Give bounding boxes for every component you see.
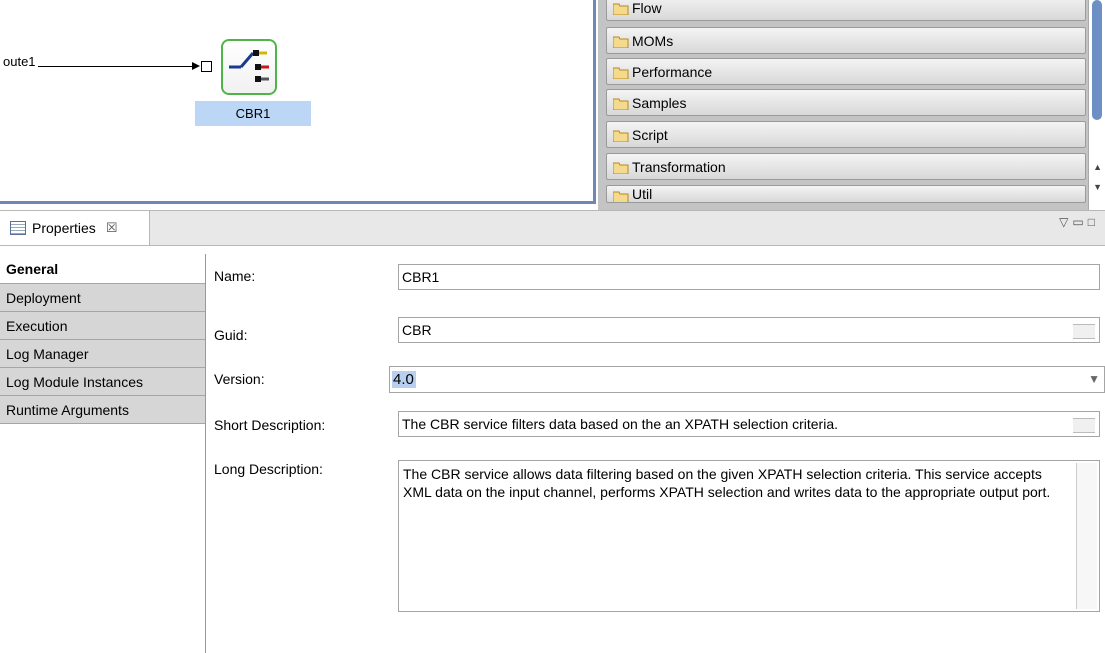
chevron-down-icon[interactable]: ▼ [1088, 367, 1100, 392]
folder-icon [612, 66, 629, 79]
guid-value: CBR [402, 322, 432, 338]
version-select[interactable]: 4.0 ▼ [389, 366, 1105, 393]
cbr-node-label[interactable]: CBR1 [195, 101, 311, 126]
palette-item-samples[interactable]: Samples [606, 89, 1086, 116]
route-connector-line[interactable] [38, 66, 194, 67]
long-description-scrollbar[interactable] [1076, 463, 1097, 609]
route-editor-canvas[interactable]: oute1 CBR1 [0, 0, 596, 204]
guid-field[interactable]: CBR [398, 317, 1100, 343]
palette-item-performance[interactable]: Performance [606, 58, 1086, 85]
route-label[interactable]: oute1 [3, 54, 36, 69]
version-label: Version: [214, 371, 265, 387]
palette-item-flow[interactable]: Flow [606, 0, 1086, 21]
folder-icon [612, 35, 629, 48]
section-tab-execution[interactable]: Execution [0, 312, 205, 340]
section-tab-deployment[interactable]: Deployment [0, 284, 205, 312]
folder-icon [612, 129, 629, 142]
long-description-value: The CBR service allows data filtering ba… [403, 466, 1051, 500]
tab-properties-label: Properties [32, 220, 96, 236]
connector-arrow-icon [192, 62, 200, 70]
cbr-router-icon [229, 50, 269, 82]
input-port[interactable] [201, 61, 212, 72]
section-tab-log-manager[interactable]: Log Manager [0, 340, 205, 368]
section-tab-general[interactable]: General [0, 254, 205, 284]
properties-icon [10, 221, 26, 235]
close-icon[interactable]: ☒ [106, 220, 118, 236]
name-field[interactable]: CBR1 [398, 264, 1100, 290]
section-tab-log-module-instances[interactable]: Log Module Instances [0, 368, 205, 396]
properties-view: Properties ☒ ▽▭□ General Deployment Exec… [0, 210, 1105, 653]
palette-item-moms[interactable]: MOMs [606, 27, 1086, 54]
folder-icon [612, 97, 629, 110]
properties-tab-bar: Properties ☒ ▽▭□ [0, 210, 1105, 246]
editor-border-bottom [0, 201, 596, 204]
palette-item-transformation[interactable]: Transformation [606, 153, 1086, 180]
long-description-label: Long Description: [214, 461, 323, 477]
editor-border-right [593, 0, 596, 204]
name-value: CBR1 [402, 269, 440, 285]
property-section-tabs: General Deployment Execution Log Manager… [0, 254, 206, 653]
short-description-field[interactable]: The CBR service filters data based on th… [398, 411, 1100, 437]
view-controls: ▽▭□ [1059, 215, 1099, 229]
folder-icon [612, 190, 629, 202]
version-value: 4.0 [392, 371, 416, 388]
short-field-handle-icon [1073, 418, 1095, 433]
short-description-label: Short Description: [214, 417, 326, 433]
long-description-textarea[interactable]: The CBR service allows data filtering ba… [398, 460, 1100, 612]
cbr-node[interactable] [221, 39, 277, 95]
view-menu-icon[interactable]: ▽ [1059, 215, 1072, 229]
folder-icon [612, 2, 629, 15]
component-palette: Flow MOMs Performance Samples Script Tra… [598, 0, 1105, 210]
folder-icon [612, 161, 629, 174]
palette-scroll-thumb[interactable] [1092, 0, 1102, 120]
guid-label: Guid: [214, 327, 248, 343]
guid-field-handle-icon [1073, 324, 1095, 339]
scroll-up-arrow-icon[interactable]: ▲ [1093, 162, 1102, 172]
maximize-icon[interactable]: □ [1088, 215, 1099, 229]
tab-properties[interactable]: Properties ☒ [0, 211, 150, 245]
palette-item-util[interactable]: Util [606, 185, 1086, 203]
section-tab-runtime-arguments[interactable]: Runtime Arguments [0, 396, 205, 424]
minimize-icon[interactable]: ▭ [1072, 215, 1087, 229]
short-description-value: The CBR service filters data based on th… [402, 416, 839, 432]
scroll-down-arrow-icon[interactable]: ▼ [1093, 182, 1102, 192]
name-label: Name: [214, 268, 256, 284]
palette-item-script[interactable]: Script [606, 121, 1086, 148]
